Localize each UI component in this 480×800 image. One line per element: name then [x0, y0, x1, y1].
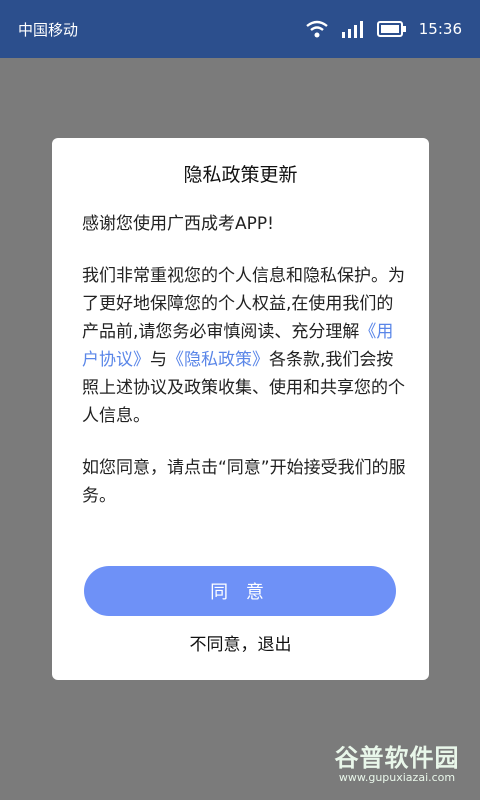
policy-text-middle: 与 [150, 350, 167, 370]
disagree-exit-button[interactable]: 不同意，退出 [52, 630, 429, 655]
policy-text-prefix: 我们非常重视您的个人信息和隐私保护。为了更好地保障您的个人权益,在使用我们的产品… [82, 266, 405, 342]
agree-button[interactable]: 同 意 [84, 566, 396, 616]
dialog-content: 感谢您使用广西成考APP! 我们非常重视您的个人信息和隐私保护。为了更好地保障您… [82, 210, 407, 534]
dialog-title: 隐私政策更新 [183, 164, 298, 186]
privacy-policy-link[interactable]: 《隐私政策》 [167, 350, 269, 370]
signal-icon [341, 20, 365, 38]
wifi-icon [305, 20, 329, 38]
status-icons: 15:36 [305, 20, 462, 38]
carrier-label: 中国移动 [18, 20, 79, 39]
policy-paragraph: 我们非常重视您的个人信息和隐私保护。为了更好地保障您的个人权益,在使用我们的产品… [82, 262, 407, 430]
watermark-logo: 谷普软件园 www.gupuxiazai.com [322, 738, 472, 794]
status-bar: 中国移动 15:36 [0, 0, 480, 58]
watermark-logo-text: 谷普软件园 [334, 744, 460, 772]
watermark-url: www.gupuxiazai.com [338, 771, 456, 784]
privacy-policy-dialog: 隐私政策更新 感谢您使用广西成考APP! 我们非常重视您的个人信息和隐私保护。为… [52, 138, 429, 680]
thanks-paragraph: 感谢您使用广西成考APP! [82, 214, 274, 234]
consent-paragraph: 如您同意，请点击“同意”开始接受我们的服务。 [82, 458, 406, 506]
battery-icon [376, 21, 407, 37]
clock: 15:36 [418, 20, 462, 38]
